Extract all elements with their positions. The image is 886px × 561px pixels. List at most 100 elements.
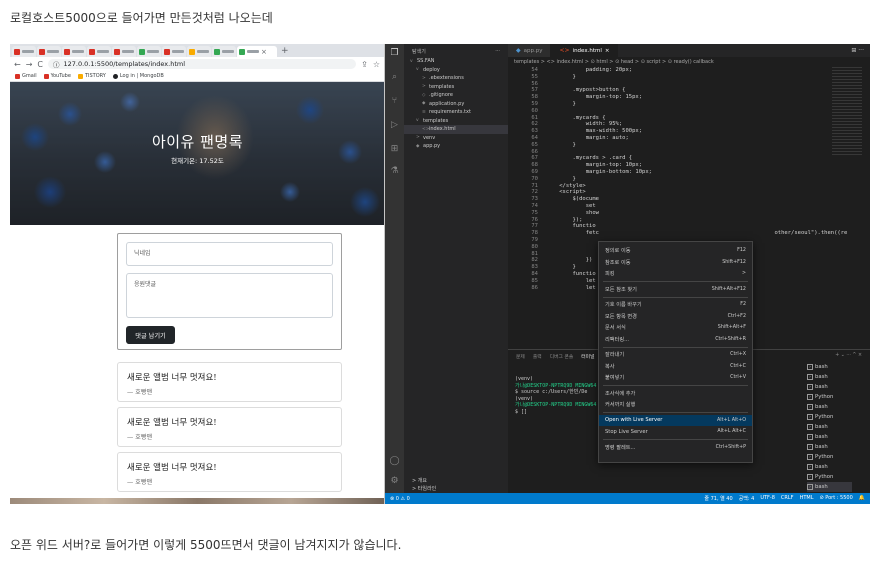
tree-item[interactable]: > templates — [404, 83, 508, 92]
terminal-list-item[interactable]: › bash — [807, 462, 852, 472]
terminal-list-item[interactable]: › Python — [807, 392, 852, 402]
source-control-icon[interactable]: ⑂ — [389, 96, 400, 107]
context-menu-item[interactable]: 문서 서식 Shift+Alt+F — [599, 322, 752, 334]
context-menu-item[interactable]: 정의로 이동 F12 — [599, 245, 752, 257]
code-line[interactable]: 72 <script> — [508, 189, 870, 196]
terminal-output[interactable]: (venv) 가나@DESKTOP-NPTRQ9D MINGW64 $ source… — [515, 376, 596, 415]
terminal-list-item[interactable]: › bash — [807, 372, 852, 382]
minimap[interactable] — [832, 67, 862, 157]
tab-close-icon[interactable]: × — [605, 48, 610, 54]
terminal-list-item[interactable]: › Python — [807, 452, 852, 462]
comment-textarea[interactable]: 응원댓글 — [126, 273, 333, 318]
tree-item[interactable]: ≡ requirements.txt — [404, 108, 508, 117]
context-menu-item[interactable]: 리팩터링... Ctrl+Shift+R — [599, 334, 752, 346]
code-line[interactable]: 60 — [508, 108, 870, 115]
back-icon[interactable]: ← — [14, 60, 21, 69]
code-line[interactable]: 65 } — [508, 142, 870, 149]
terminal-list-item[interactable]: › bash — [807, 432, 852, 442]
extensions-icon[interactable]: ⊞ — [389, 144, 400, 155]
code-line[interactable]: 62 width: 95%; — [508, 121, 870, 128]
tab-close-icon[interactable]: × — [261, 48, 267, 56]
browser-tab[interactable] — [62, 46, 86, 57]
bookmark-item[interactable]: Log in | MongoDB — [112, 73, 164, 79]
bookmark-item[interactable]: Gmail — [15, 73, 37, 79]
context-menu-item[interactable]: 복사 Ctrl+C — [599, 361, 752, 373]
context-menu-item[interactable]: 참조로 이동 Shift+F12 — [599, 257, 752, 269]
browser-tab[interactable] — [137, 46, 161, 57]
settings-gear-icon[interactable]: ⚙ — [389, 476, 400, 487]
code-line[interactable]: 69 margin-bottom: 10px; — [508, 169, 870, 176]
search-icon[interactable]: ⌕ — [389, 72, 400, 83]
share-icon[interactable]: ⇪ — [361, 60, 368, 69]
browser-tab[interactable] — [187, 46, 211, 57]
context-menu-item[interactable]: 명령 팔레트... Ctrl+Shift+P — [599, 442, 752, 454]
timeline-section[interactable]: > 타임라인 — [404, 485, 508, 494]
context-menu-item[interactable]: 기호 이름 바꾸기 F2 — [599, 299, 752, 311]
context-menu-item[interactable]: 피킹 > — [599, 268, 752, 280]
code-line[interactable]: 75 show — [508, 210, 870, 217]
code-line[interactable]: 54 padding: 20px; — [508, 67, 870, 74]
tree-item[interactable]: > venv — [404, 134, 508, 143]
browser-tab[interactable] — [112, 46, 136, 57]
code-line[interactable]: 61 .mycards { — [508, 115, 870, 122]
run-debug-icon[interactable]: ▷ — [389, 120, 400, 131]
code-line[interactable]: 78 fetc other/seoul").then((re — [508, 230, 870, 237]
code-line[interactable]: 63 max-width: 500px; — [508, 128, 870, 135]
status-item[interactable]: 공백: 4 — [739, 495, 755, 502]
outline-section[interactable]: > 개요 — [404, 476, 508, 485]
tab-debug-console[interactable]: 디버그 콘솔 — [550, 353, 574, 360]
address-bar[interactable]: ⓘ 127.0.0.1:5500/templates/index.html — [48, 59, 357, 69]
code-line[interactable]: 70 } — [508, 176, 870, 183]
bookmark-item[interactable]: TISTORY — [77, 73, 106, 79]
browser-tab[interactable] — [212, 46, 236, 57]
explorer-icon[interactable]: ❐ — [389, 48, 400, 59]
tree-item[interactable]: v SS.FAN — [404, 57, 508, 66]
terminal-list-item[interactable]: › bash — [807, 402, 852, 412]
tree-item[interactable]: v templates — [404, 117, 508, 126]
code-line[interactable]: 57 .mypost>button { — [508, 87, 870, 94]
status-item[interactable]: ⊘ Port : 5500 — [819, 495, 852, 502]
code-line[interactable]: 55 } — [508, 74, 870, 81]
context-menu-item[interactable]: 조사식에 추가 — [599, 388, 752, 400]
status-item[interactable]: CRLF — [781, 495, 794, 502]
terminal-list-item[interactable]: › bash — [807, 422, 852, 432]
tree-item[interactable]: ◇ .gitignore — [404, 91, 508, 100]
status-item[interactable]: 줄 71, 열 40 — [704, 495, 732, 502]
tab-problems[interactable]: 문제 — [516, 353, 525, 360]
terminal-actions[interactable]: + ⌄ ··· ^ × — [835, 353, 862, 359]
code-line[interactable]: 76 }); — [508, 217, 870, 224]
code-line[interactable]: 66 — [508, 149, 870, 156]
status-item[interactable]: HTML — [800, 495, 814, 502]
tab-index-html[interactable]: <> index.html × — [551, 44, 619, 57]
terminal-list-item[interactable]: › Python — [807, 472, 852, 482]
context-menu-item[interactable]: 모든 항목 변경 Ctrl+F2 — [599, 311, 752, 323]
terminal-list-item[interactable]: › bash — [807, 482, 852, 492]
terminal-list-item[interactable]: › bash — [807, 442, 852, 452]
tree-item[interactable]: v deploy — [404, 66, 508, 75]
status-item[interactable]: UTF-8 — [760, 495, 775, 502]
terminal-list-item[interactable]: › bash — [807, 382, 852, 392]
context-menu-item[interactable]: Open with Live Server Alt+L Alt+O — [599, 414, 752, 426]
tree-item[interactable]: <> index.html — [404, 125, 508, 134]
browser-tab[interactable] — [87, 46, 111, 57]
tree-item[interactable]: ◆ application.py — [404, 100, 508, 109]
tab-terminal[interactable]: 터미널 — [581, 353, 594, 360]
status-item[interactable]: 🔔 — [859, 495, 865, 502]
terminal-list-item[interactable]: › bash — [807, 362, 852, 372]
context-menu-item[interactable]: Stop Live Server Alt+L Alt+C — [599, 426, 752, 438]
browser-tab[interactable] — [162, 46, 186, 57]
code-line[interactable]: 71 </style> — [508, 183, 870, 190]
context-menu-item[interactable]: 잘라내기 Ctrl+X — [599, 349, 752, 361]
testing-icon[interactable]: ⚗ — [389, 166, 400, 177]
tree-item[interactable]: > .ebextensions — [404, 74, 508, 83]
reload-icon[interactable]: C — [37, 60, 43, 69]
bookmark-item[interactable]: YouTube — [43, 73, 71, 79]
tab-app-py[interactable]: ◆ app.py — [508, 44, 552, 57]
code-line[interactable]: 58 margin-top: 15px; — [508, 94, 870, 101]
tree-item[interactable]: ◆ app.py — [404, 142, 508, 151]
browser-tab[interactable] — [37, 46, 61, 57]
breadcrumb[interactable]: templates > <> index.html > ⊙ html > ⊙ h… — [508, 57, 870, 67]
code-line[interactable]: 64 margin: auto; — [508, 135, 870, 142]
tab-output[interactable]: 출력 — [533, 353, 542, 360]
new-tab-icon[interactable]: + — [278, 46, 289, 57]
